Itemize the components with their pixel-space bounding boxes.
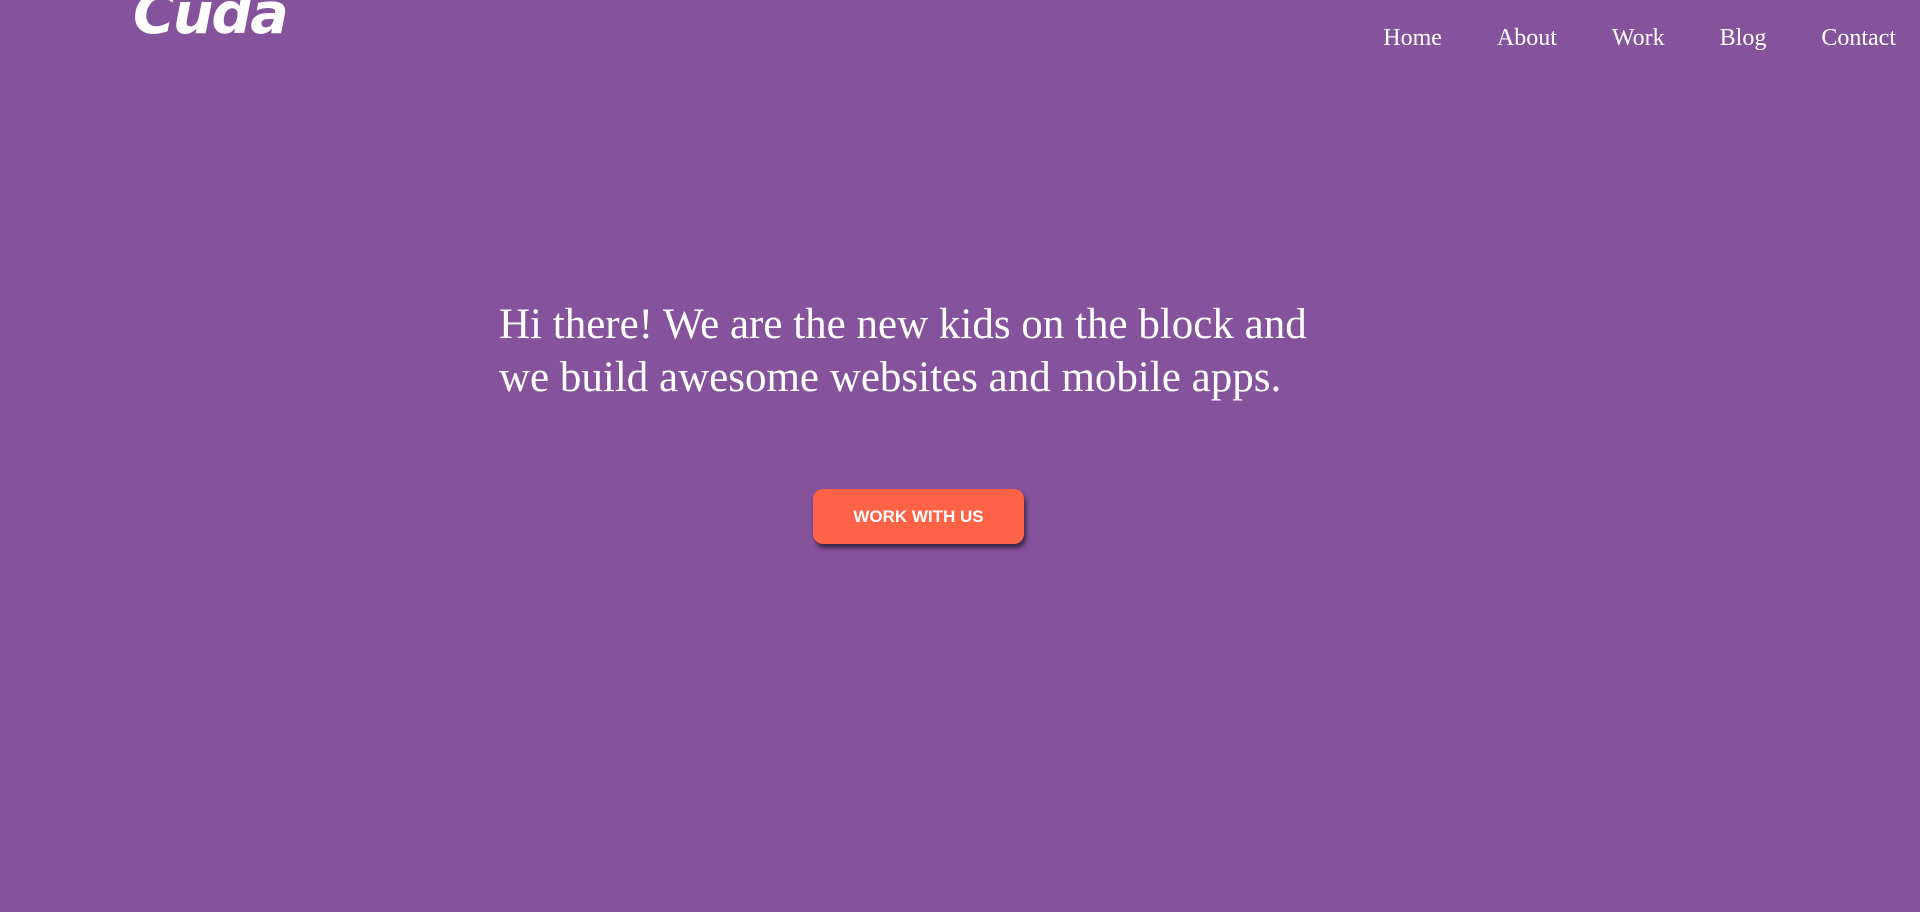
nav-contact-link[interactable]: Contact — [1821, 22, 1896, 54]
nav-work-link[interactable]: Work — [1612, 22, 1665, 54]
main-nav: Home About Work Blog Contact — [1328, 22, 1896, 54]
nav-blog-link[interactable]: Blog — [1720, 22, 1767, 54]
nav-home-link[interactable]: Home — [1383, 22, 1442, 54]
nav-about-link[interactable]: About — [1497, 22, 1557, 54]
hero-headline-line-2: we build awesome websites and mobile app… — [499, 354, 1282, 401]
hero-headline-line-1: Hi there! We are the new kids on the blo… — [499, 301, 1307, 348]
hero-headline: Hi there! We are the new kids on the blo… — [499, 298, 1399, 404]
work-with-us-button[interactable]: WORK WITH US — [813, 489, 1024, 544]
cuda-logo[interactable]: Cuda — [133, 0, 289, 43]
